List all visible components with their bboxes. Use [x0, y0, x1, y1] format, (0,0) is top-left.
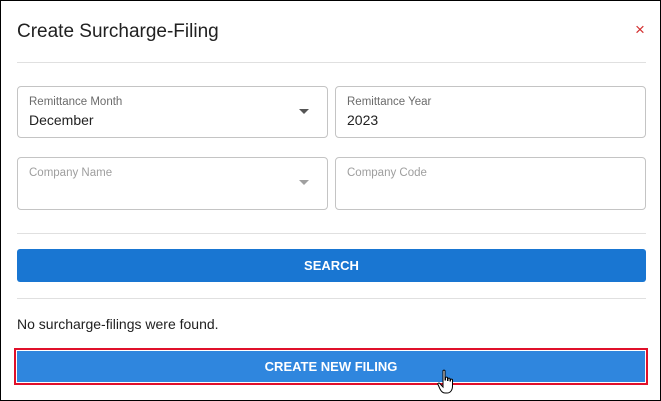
header-divider: [17, 62, 646, 63]
remittance-month-label: Remittance Month: [29, 96, 123, 108]
company-name-label: Company Name: [29, 167, 113, 179]
create-surcharge-filing-dialog: Create Surcharge-Filing × Remittance Mon…: [0, 0, 661, 401]
dialog-title: Create Surcharge-Filing: [17, 21, 219, 42]
chevron-down-icon: [299, 109, 309, 114]
search-button[interactable]: SEARCH: [17, 249, 646, 282]
results-divider: [17, 298, 646, 299]
remittance-month-select[interactable]: Remittance Month December: [17, 86, 328, 138]
form-divider: [17, 233, 646, 234]
close-icon[interactable]: ×: [633, 21, 647, 38]
remittance-year-label: Remittance Year: [347, 96, 432, 108]
company-code-field[interactable]: Company Code: [335, 157, 646, 210]
no-results-message: No surcharge-filings were found.: [17, 316, 219, 332]
remittance-year-field[interactable]: Remittance Year 2023: [335, 86, 646, 138]
remittance-month-value: December: [29, 112, 94, 128]
hand-pointer-icon: [437, 369, 453, 394]
remittance-year-value: 2023: [347, 112, 379, 128]
company-name-select[interactable]: Company Name: [17, 157, 328, 210]
chevron-down-icon: [299, 180, 309, 185]
company-code-label: Company Code: [347, 167, 427, 179]
create-new-filing-button[interactable]: CREATE NEW FILING: [17, 351, 645, 382]
